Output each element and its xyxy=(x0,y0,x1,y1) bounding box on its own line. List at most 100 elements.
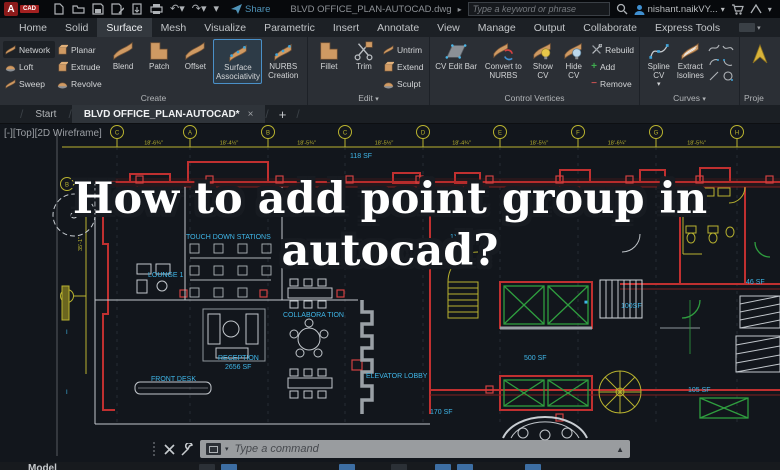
extract-isolines-button[interactable]: Extract Isolines xyxy=(675,39,707,82)
create-panel-label[interactable]: Create xyxy=(0,92,307,105)
save-as-icon[interactable] xyxy=(111,3,124,15)
ribbon-tab-annotate[interactable]: Annotate xyxy=(368,18,428,37)
surface-associativity-button[interactable]: Surface Associativity xyxy=(213,39,263,84)
status-osnap-icon[interactable] xyxy=(434,464,451,470)
ribbon-tab-insert[interactable]: Insert xyxy=(324,18,368,37)
extend-button[interactable]: Extend xyxy=(381,58,425,75)
cv-edit-bar-button[interactable]: CV Edit Bar xyxy=(433,39,479,73)
project-geometry-icon[interactable] xyxy=(749,43,771,67)
status-grid-icon[interactable] xyxy=(198,464,215,470)
tab-document-active[interactable]: BLVD OFFICE_PLAN-AUTOCAD* × xyxy=(71,105,266,123)
control-vertices-panel-label[interactable]: Control Vertices xyxy=(430,92,639,105)
remove-button[interactable]: − Remove xyxy=(589,75,636,92)
save-icon[interactable] xyxy=(92,3,104,15)
export-icon[interactable] xyxy=(131,3,143,15)
tab-start[interactable]: Start xyxy=(23,105,68,123)
status-polar-icon[interactable] xyxy=(390,464,407,470)
new-tab-button[interactable]: + xyxy=(269,105,297,123)
planar-button[interactable]: Planar xyxy=(55,41,105,58)
share-button[interactable]: Share xyxy=(231,4,270,15)
circle-tool-icon[interactable] xyxy=(722,70,734,82)
arc-curve-icon[interactable] xyxy=(708,56,720,68)
command-close-icon[interactable] xyxy=(164,443,175,455)
ribbon-tab-home[interactable]: Home xyxy=(10,18,56,37)
search-input[interactable] xyxy=(467,2,610,16)
blend-curve-icon[interactable] xyxy=(708,42,720,54)
blend-button[interactable]: Blend xyxy=(105,39,141,73)
command-input[interactable] xyxy=(232,442,613,456)
model-tab[interactable]: Model xyxy=(28,462,57,470)
show-cv-button[interactable]: Show CV xyxy=(527,39,558,82)
arc-curve2-icon[interactable] xyxy=(722,56,734,68)
ribbon-tab-overflow-button[interactable]: ▾ xyxy=(739,18,761,37)
status-ortho-icon[interactable] xyxy=(338,464,355,470)
ribbon-tab-parametric[interactable]: Parametric xyxy=(255,18,324,37)
ribbon-tab-output[interactable]: Output xyxy=(525,18,575,37)
offset-button[interactable]: Offset xyxy=(177,39,213,73)
ribbon-tab-visualize[interactable]: Visualize xyxy=(195,18,255,37)
ribbon-tab-express-tools[interactable]: Express Tools xyxy=(646,18,729,37)
tab-divider: / xyxy=(296,107,300,121)
convert-to-nurbs-icon xyxy=(491,40,515,62)
ribbon-tab-view[interactable]: View xyxy=(428,18,469,37)
customize-qat-icon[interactable]: ▾ xyxy=(214,3,220,15)
sweep-button[interactable]: Sweep xyxy=(3,75,55,92)
autodesk-caret-icon[interactable]: ▾ xyxy=(768,5,772,14)
user-account[interactable]: nishant.naikVY... ▾ xyxy=(634,4,725,15)
command-grip-icon[interactable] xyxy=(150,441,158,457)
command-expand-icon[interactable]: ▲ xyxy=(616,445,624,454)
project-panel-label[interactable]: Proje xyxy=(740,92,780,105)
ribbon-tab-mesh[interactable]: Mesh xyxy=(152,18,196,37)
convert-to-nurbs-button[interactable]: Convert to NURBS xyxy=(479,39,527,82)
curves-panel-label[interactable]: Curves ▾ xyxy=(640,92,739,105)
status-snap-icon[interactable] xyxy=(220,464,237,470)
svg-text:A: A xyxy=(188,131,192,137)
dimension-text: 18'-5¾" xyxy=(297,141,316,147)
status-otrack-icon[interactable] xyxy=(456,464,473,470)
autocad-logo[interactable]: A CAD xyxy=(4,2,39,16)
ribbon-tab-surface[interactable]: Surface xyxy=(97,18,152,37)
title-caret-icon[interactable]: ▸ xyxy=(458,5,462,14)
command-bar[interactable]: ▾ ▲ xyxy=(200,440,630,458)
line-tool-icon[interactable] xyxy=(708,70,720,82)
add-button[interactable]: + Add xyxy=(589,58,636,75)
patch-button[interactable]: Patch xyxy=(141,39,177,73)
app-store-cart-icon[interactable] xyxy=(731,3,744,15)
svg-text:I: I xyxy=(66,330,68,336)
spline-freehand-icon[interactable] xyxy=(722,42,734,54)
viewport-controls[interactable]: [-][Top][2D Wireframe] xyxy=(4,128,102,139)
command-caret-icon[interactable]: ▾ xyxy=(225,445,229,453)
hide-cv-button[interactable]: Hide CV xyxy=(558,39,589,82)
sculpt-button[interactable]: Sculpt xyxy=(381,75,425,92)
svg-text:B: B xyxy=(266,131,270,137)
search-icon[interactable] xyxy=(616,3,628,15)
ribbon-tab-collaborate[interactable]: Collaborate xyxy=(574,18,646,37)
rebuild-button[interactable]: Rebuild xyxy=(589,41,636,58)
command-prompt-icon[interactable] xyxy=(206,443,221,455)
revolve-button[interactable]: Revolve xyxy=(55,75,105,92)
loft-button[interactable]: Loft xyxy=(3,58,55,75)
autodesk-menu-icon[interactable] xyxy=(750,4,762,14)
open-folder-icon[interactable] xyxy=(72,3,85,15)
spline-cv-button[interactable]: Spline CV ▾ xyxy=(643,39,675,90)
cv-small-buttons: Rebuild + Add − Remove xyxy=(589,39,636,92)
extrude-button[interactable]: Extrude xyxy=(55,58,105,75)
svg-text:D: D xyxy=(421,131,426,137)
share-plane-icon xyxy=(231,4,243,14)
ribbon-tab-solid[interactable]: Solid xyxy=(56,18,97,37)
status-lineweight-icon[interactable] xyxy=(524,464,541,470)
drawing-canvas[interactable]: [-][Top][2D Wireframe] C 18'-6¾" A 18'-4½" B… xyxy=(0,124,780,462)
redo-icon[interactable]: ↷▾ xyxy=(192,3,207,15)
nurbs-creation-button[interactable]: NURBS Creation xyxy=(262,39,304,82)
undo-icon[interactable]: ↶▾ xyxy=(170,3,185,15)
fillet-button[interactable]: Fillet xyxy=(311,39,347,73)
trim-button[interactable]: Trim xyxy=(347,39,381,73)
plot-printer-icon[interactable] xyxy=(150,3,163,15)
ribbon-tab-manage[interactable]: Manage xyxy=(469,18,525,37)
tab-close-icon[interactable]: × xyxy=(248,109,254,120)
edit-panel-label[interactable]: Edit ▾ xyxy=(308,92,429,105)
new-file-icon[interactable] xyxy=(53,3,65,15)
untrim-button[interactable]: Untrim xyxy=(381,41,425,58)
command-wrench-icon[interactable] xyxy=(181,442,194,456)
network-button[interactable]: Network xyxy=(3,41,55,58)
